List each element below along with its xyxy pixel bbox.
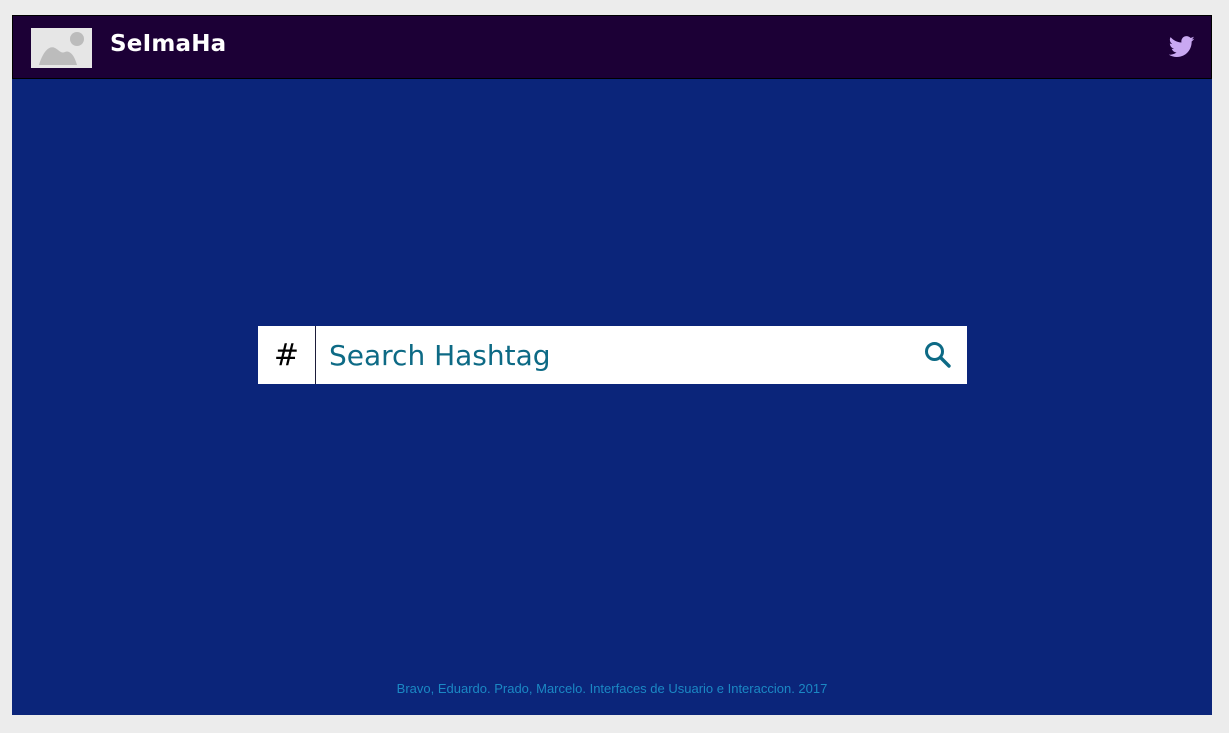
search-button[interactable] [923,340,953,370]
image-placeholder-icon[interactable] [31,28,92,68]
search-input[interactable] [317,326,907,384]
brand-title[interactable]: SeImaHa [110,31,226,57]
navbar: SeImaHa [12,15,1212,79]
search-icon [925,342,951,368]
twitter-icon[interactable] [1168,36,1195,60]
app-frame: SeImaHa # Bravo, Eduardo. Prado, Marcelo… [12,15,1212,715]
search-bar: # [258,326,967,384]
footer-credits: Bravo, Eduardo. Prado, Marcelo. Interfac… [396,681,828,696]
hashtag-prefix: # [258,326,316,384]
